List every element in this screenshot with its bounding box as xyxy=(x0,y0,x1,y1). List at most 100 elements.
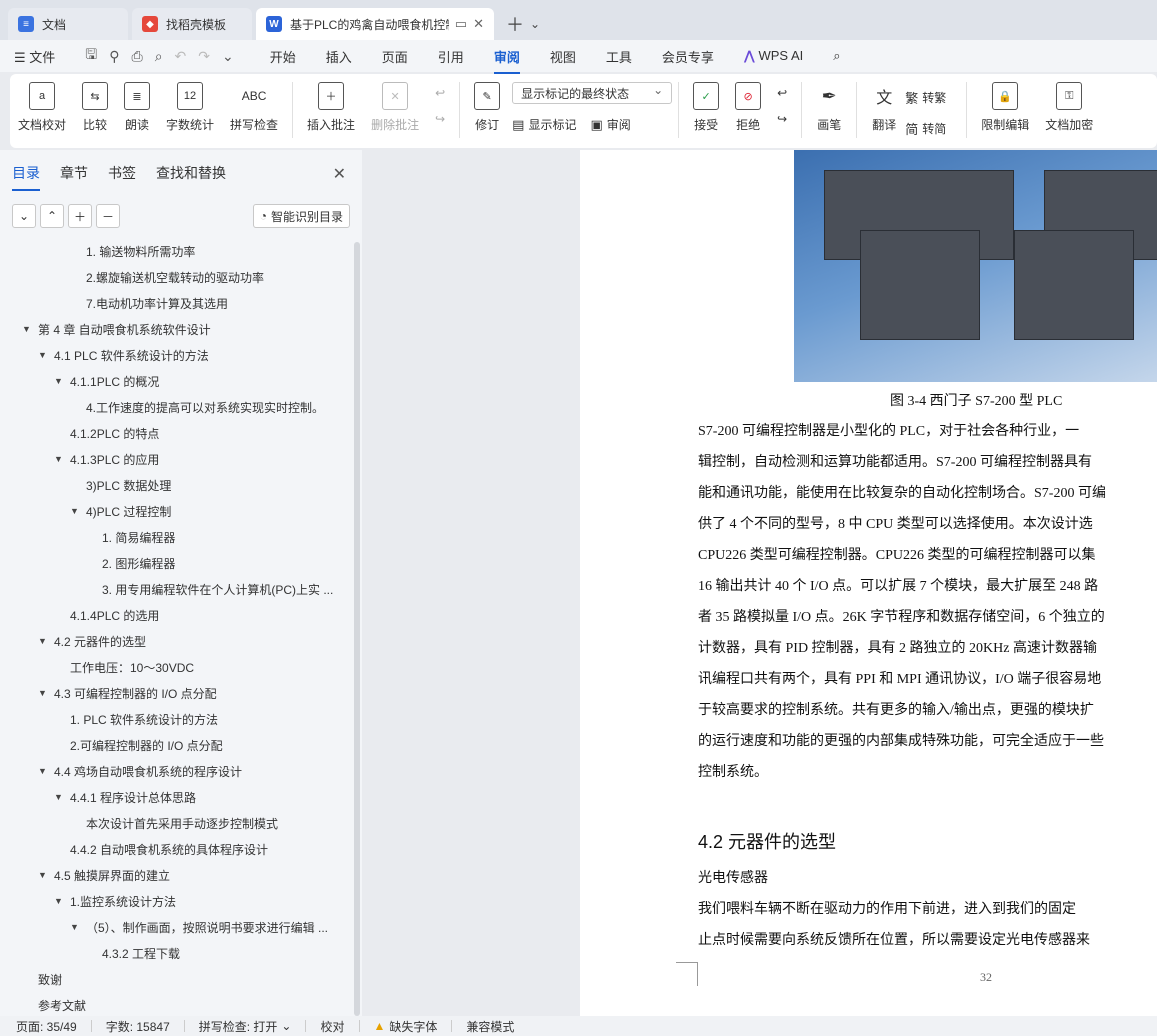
toc-item[interactable]: ▼ （5）、制作画面，按照说明书要求进行编辑 ... xyxy=(70,914,328,940)
menu-review[interactable]: 审阅 xyxy=(493,47,520,74)
toc-item[interactable]: ▼ 4.1.1PLC 的概况 xyxy=(54,368,159,394)
plus-icon[interactable]: ＋ xyxy=(68,204,92,228)
print-preview-icon[interactable]: ⌕ xyxy=(155,48,163,65)
toc-item[interactable]: ▼ 4.4.1 程序设计总体思路 xyxy=(54,784,196,810)
comment-nav-buttons[interactable]: ↩ ↪ xyxy=(435,86,445,126)
toc-scrollbar[interactable] xyxy=(354,242,360,1016)
chevron-down-icon[interactable]: ⌄ xyxy=(530,17,540,31)
expand-arrow-icon[interactable]: ▼ xyxy=(38,870,54,880)
reject-button[interactable]: ⊘ 拒绝 xyxy=(735,82,762,133)
expand-arrow-icon[interactable]: ▼ xyxy=(54,454,70,464)
toc-item[interactable]: 7.电动机功率计算及其选用 xyxy=(86,290,228,316)
close-icon[interactable]: ✕ xyxy=(473,16,484,32)
menu-references[interactable]: 引用 xyxy=(438,47,464,66)
toc-item[interactable]: ▼ 4.3 可编程控制器的 I/O 点分配 xyxy=(38,680,217,706)
toc-item[interactable]: 4.1.2PLC 的特点 xyxy=(70,420,159,446)
toc-item[interactable]: 参考文献 xyxy=(38,992,86,1016)
previous-change-icon[interactable]: ↩ xyxy=(777,86,787,100)
toc-item[interactable]: 4.3.2 工程下载 xyxy=(102,940,180,966)
page-indicator[interactable]: 页面: 35/49 xyxy=(16,1018,77,1035)
doc-check-button[interactable]: a 文档校对 xyxy=(18,82,66,133)
previous-comment-icon[interactable]: ↩ xyxy=(435,86,445,100)
expand-arrow-icon[interactable]: ▼ xyxy=(38,688,54,698)
toc-item[interactable]: ▼ 4.1 PLC 软件系统设计的方法 xyxy=(38,342,209,368)
toc-item[interactable]: 致谢 xyxy=(38,966,62,992)
toc-item[interactable]: 2.螺旋输送机空载转动的驱动功率 xyxy=(86,264,264,290)
tab-find-replace[interactable]: 查找和替换 xyxy=(156,163,226,183)
redo-icon[interactable]: ↷ xyxy=(198,48,210,65)
toc-item[interactable]: 1. PLC 软件系统设计的方法 xyxy=(70,706,218,732)
print-icon[interactable]: ⎙ xyxy=(132,48,143,65)
menu-home[interactable]: 开始 xyxy=(270,47,296,66)
monitor-icon[interactable]: ▭ xyxy=(455,16,467,32)
toc-item[interactable]: ▼ 第 4 章 自动喂食机系统软件设计 xyxy=(22,316,211,342)
minus-icon[interactable]: － xyxy=(96,204,120,228)
share-icon[interactable]: ⚲ xyxy=(109,48,119,65)
proofread-indicator[interactable]: 校对 xyxy=(320,1018,344,1035)
expand-arrow-icon[interactable]: ▼ xyxy=(54,792,70,802)
to-traditional-button[interactable]: 繁转繁 xyxy=(905,88,946,107)
new-tab-button[interactable]: ＋ ⌄ xyxy=(498,8,548,40)
toc-item[interactable]: ▼ 4.2 元器件的选型 xyxy=(38,628,146,654)
markup-select[interactable]: 显示标记的最终状态 xyxy=(512,82,673,104)
missing-font-indicator[interactable]: ▲ 缺失字体 xyxy=(374,1018,438,1035)
tab-docer[interactable]: ◆ 找稻壳模板 xyxy=(132,8,252,40)
toc-item[interactable]: 2. 图形编程器 xyxy=(102,550,175,576)
restrict-edit-button[interactable]: 🔒 限制编辑 xyxy=(981,82,1029,133)
toc-item[interactable]: ▼ 4)PLC 过程控制 xyxy=(70,498,171,524)
delete-comment-button[interactable]: ✕ 删除批注 xyxy=(371,82,419,133)
expand-arrow-icon[interactable]: ▼ xyxy=(38,636,54,646)
menu-page[interactable]: 页面 xyxy=(382,47,408,66)
change-nav-buttons[interactable]: ↩ ↪ xyxy=(777,86,787,126)
file-menu[interactable]: ☰ 文件 xyxy=(14,47,55,66)
chevron-down-icon[interactable]: ⌄ xyxy=(12,204,36,228)
toc-item[interactable]: 3)PLC 数据处理 xyxy=(86,472,171,498)
toc-item[interactable]: 3. 用专用编程软件在个人计算机(PC)上实 ... xyxy=(102,576,333,602)
spell-check-indicator[interactable]: 拼写检查: 打开 ⌄ xyxy=(199,1018,292,1035)
next-comment-icon[interactable]: ↪ xyxy=(435,112,445,126)
chevron-down-icon[interactable]: ⌄ xyxy=(222,48,234,65)
toc-item[interactable]: ▼ 1.监控系统设计方法 xyxy=(54,888,176,914)
tab-docs[interactable]: ≡ 文档 xyxy=(8,8,128,40)
encrypt-button[interactable]: ⚿ 文档加密 xyxy=(1045,82,1093,133)
accept-button[interactable]: ✓ 接受 xyxy=(693,82,720,133)
toc-item[interactable]: 4.1.4PLC 的选用 xyxy=(70,602,159,628)
word-count-indicator[interactable]: 字数: 15847 xyxy=(106,1018,170,1035)
toc-item[interactable]: ▼ 4.5 触摸屏界面的建立 xyxy=(38,862,170,888)
toc-item[interactable]: 4.4.2 自动喂食机系统的具体程序设计 xyxy=(70,836,268,862)
toc-item[interactable]: 1. 简易编程器 xyxy=(102,524,175,550)
menu-insert[interactable]: 插入 xyxy=(326,47,352,66)
pen-button[interactable]: ✒ 画笔 xyxy=(816,82,842,133)
chevron-up-icon[interactable]: ⌃ xyxy=(40,204,64,228)
expand-arrow-icon[interactable]: ▼ xyxy=(54,896,70,906)
revise-button[interactable]: ✎ 修订 xyxy=(474,82,501,133)
toc-item[interactable]: 工作电压：10～30VDC xyxy=(70,654,194,680)
save-icon[interactable]: 🖫 xyxy=(85,44,97,68)
search-icon[interactable]: ⌕ xyxy=(833,48,840,64)
toc-item[interactable]: ▼ 4.1.3PLC 的应用 xyxy=(54,446,159,472)
wps-ai-button[interactable]: ⋀ WPS AI xyxy=(744,48,803,64)
close-icon[interactable]: ✕ xyxy=(333,164,346,184)
expand-arrow-icon[interactable]: ▼ xyxy=(22,324,38,334)
translate-button[interactable]: 文 翻译 xyxy=(871,82,897,133)
document-page[interactable]: 图 3-4 西门子 S7-200 型 PLC S7-200 可编程控制器是小型化… xyxy=(580,150,1157,1016)
compare-button[interactable]: ⇆ 比较 xyxy=(82,82,109,133)
expand-arrow-icon[interactable]: ▼ xyxy=(54,376,70,386)
menu-member[interactable]: 会员专享 xyxy=(662,47,714,66)
word-count-button[interactable]: 12 字数统计 xyxy=(166,82,214,133)
toc-item[interactable]: ▼ 4.4 鸡场自动喂食机系统的程序设计 xyxy=(38,758,242,784)
expand-arrow-icon[interactable]: ▼ xyxy=(38,766,54,776)
tab-chapters[interactable]: 章节 xyxy=(60,163,88,183)
menu-tools[interactable]: 工具 xyxy=(606,47,632,66)
tab-bookmarks[interactable]: 书签 xyxy=(108,163,136,183)
insert-comment-button[interactable]: ＋ 插入批注 xyxy=(307,82,355,133)
tab-current-document[interactable]: W 基于PLC的鸡禽自动喂食机控制 ▭ ✕ xyxy=(256,8,494,40)
read-aloud-button[interactable]: ≣ 朗读 xyxy=(124,82,151,133)
tab-toc[interactable]: 目录 xyxy=(12,163,40,191)
menu-view[interactable]: 视图 xyxy=(550,47,576,66)
review-pane-button[interactable]: ▣ 审阅 xyxy=(590,116,630,133)
expand-arrow-icon[interactable]: ▼ xyxy=(70,506,86,516)
undo-icon[interactable]: ↶ xyxy=(175,48,187,65)
smart-toc-button[interactable]: ◔ 智能识别目录 xyxy=(252,204,350,228)
show-markup-button[interactable]: ▤ 显示标记 xyxy=(512,116,576,133)
